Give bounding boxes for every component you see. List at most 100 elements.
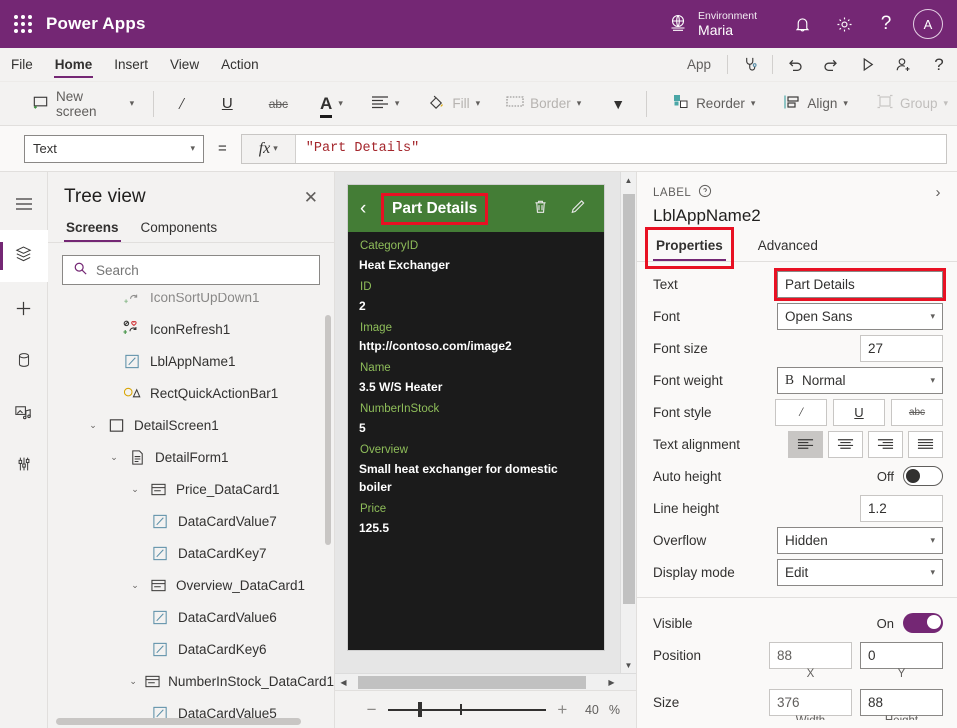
screen-title-label[interactable]: Part Details [384,196,485,222]
sidebar-item-advanced-tools[interactable] [0,438,48,490]
chevron-down-icon[interactable]: ⌄ [124,676,142,687]
canvas-vertical-scroll-thumb[interactable] [623,194,635,604]
canvas-horizontal-scroll-thumb[interactable] [358,676,586,689]
edit-icon[interactable] [569,198,586,219]
help-icon[interactable] [698,184,712,201]
undo-icon[interactable] [777,48,813,81]
tree-node[interactable]: IconRefresh1 [48,313,334,345]
trash-icon[interactable] [532,198,549,219]
ribbon-more-button[interactable]: ▼ [602,89,634,119]
position-x-input[interactable]: 88 [769,642,852,669]
font-property-select[interactable]: Open Sans ▾ [777,303,943,330]
tree-node[interactable]: DataCardValue6 [48,601,334,633]
size-height-input[interactable]: 88 [860,689,943,716]
zoom-slider[interactable] [388,702,546,718]
text-property-input[interactable]: Part Details [777,271,943,298]
underline-toggle-button[interactable]: U [833,399,885,426]
sidebar-item-tree-view[interactable] [0,230,48,282]
strikethrough-button[interactable]: abc [260,89,297,119]
menu-item-file[interactable]: File [0,48,44,81]
font-color-button[interactable]: A ▾ [311,89,352,119]
sidebar-item-media[interactable] [0,386,48,438]
chevron-down-icon[interactable]: ⌄ [82,420,104,431]
tree-node-detailform1[interactable]: ⌄ DetailForm1 [48,441,334,473]
tree-node-numberinstock-datacard1[interactable]: ⌄ NumberInStock_DataCard1 [48,665,334,697]
preview-icon[interactable] [849,48,885,81]
italic-button[interactable]: / [170,89,193,119]
tree-node-overview-datacard1[interactable]: ⌄ Overview_DataCard1 [48,569,334,601]
display-mode-select[interactable]: Edit ▾ [777,559,943,586]
menu-item-home[interactable]: Home [44,48,104,81]
tree-node-price-datacard1[interactable]: ⌄ Price_DataCard1 [48,473,334,505]
canvas-horizontal-scrollbar[interactable]: ◀ ▶ [335,673,636,690]
formula-input-wrapper[interactable]: fx ▾ "Part Details" [241,134,947,164]
line-height-input[interactable]: 1.2 [860,495,943,522]
position-y-input[interactable]: 0 [860,642,943,669]
reorder-button[interactable]: Reorder ▾ [663,89,764,119]
scroll-down-icon[interactable]: ▼ [621,657,636,673]
environment-selector[interactable]: Environment Maria [668,10,757,38]
font-weight-select[interactable]: B Normal ▾ [777,367,943,394]
visible-toggle[interactable] [903,613,943,633]
tree-node[interactable]: DataCardKey6 [48,633,334,665]
avatar[interactable]: A [913,9,943,39]
back-icon[interactable]: ‹ [360,198,382,220]
scroll-right-icon[interactable]: ▶ [603,678,620,687]
tree-view-horizontal-scrollbar[interactable] [56,718,301,725]
search-box[interactable] [62,255,320,285]
tree-node[interactable]: IconSortUpDown1 [48,293,334,313]
tree-node[interactable]: DataCardValue7 [48,505,334,537]
zoom-out-button[interactable]: − [363,700,380,720]
tab-advanced[interactable]: Advanced [755,235,821,261]
tree-node[interactable]: RectQuickActionBar1 [48,377,334,409]
chevron-down-icon[interactable]: ⌄ [124,580,146,591]
tab-screens[interactable]: Screens [64,216,121,242]
align-right-icon[interactable] [868,431,903,458]
share-icon[interactable] [885,48,921,81]
new-screen-button[interactable]: New screen ▾ [22,89,143,119]
menu-item-view[interactable]: View [159,48,210,81]
property-selector[interactable]: Text ▾ [24,135,204,163]
scroll-up-icon[interactable]: ▲ [621,172,636,188]
close-icon[interactable]: ✕ [304,189,318,206]
italic-toggle-button[interactable]: / [775,399,827,426]
font-size-input[interactable]: 27 [860,335,943,362]
size-width-input[interactable]: 376 [769,689,852,716]
tree-node[interactable]: LblAppName1 [48,345,334,377]
align-left-icon[interactable] [788,431,823,458]
zoom-slider-thumb[interactable] [418,702,422,717]
strikethrough-toggle-button[interactable]: abc [891,399,943,426]
hamburger-icon[interactable] [0,178,48,230]
group-button[interactable]: Group ▾ [867,89,957,119]
zoom-in-button[interactable]: + [554,700,571,720]
chevron-down-icon[interactable]: ⌄ [103,452,125,463]
tab-properties[interactable]: Properties [653,235,726,261]
fx-button[interactable]: fx ▾ [242,135,296,163]
bell-icon[interactable] [781,0,823,48]
waffle-icon[interactable] [0,15,46,33]
underline-button[interactable]: U [213,89,242,119]
help-icon[interactable]: ? [865,0,907,48]
collapse-panel-icon[interactable]: › [936,184,942,201]
overflow-select[interactable]: Hidden ▾ [777,527,943,554]
tree-node[interactable]: DataCardKey7 [48,537,334,569]
app-menu-button[interactable]: App [675,48,723,81]
align-group-button[interactable]: Align ▾ [774,89,857,119]
menu-item-action[interactable]: Action [210,48,270,81]
align-button[interactable]: ▾ [362,89,409,119]
border-button[interactable]: Border ▾ [497,89,590,119]
sidebar-item-insert[interactable] [0,282,48,334]
tab-components[interactable]: Components [139,216,220,242]
scroll-left-icon[interactable]: ◀ [335,678,352,687]
search-input[interactable] [96,263,309,278]
redo-icon[interactable] [813,48,849,81]
help-menu-icon[interactable]: ? [921,48,957,81]
chevron-down-icon[interactable]: ⌄ [124,484,146,495]
auto-height-toggle[interactable] [903,466,943,486]
tree-view-vertical-scrollbar[interactable] [325,315,331,545]
gear-icon[interactable] [823,0,865,48]
canvas-vertical-scrollbar[interactable]: ▲ ▼ [620,172,636,673]
sidebar-item-data[interactable] [0,334,48,386]
align-center-icon[interactable] [828,431,863,458]
formula-input[interactable]: "Part Details" [296,135,946,163]
